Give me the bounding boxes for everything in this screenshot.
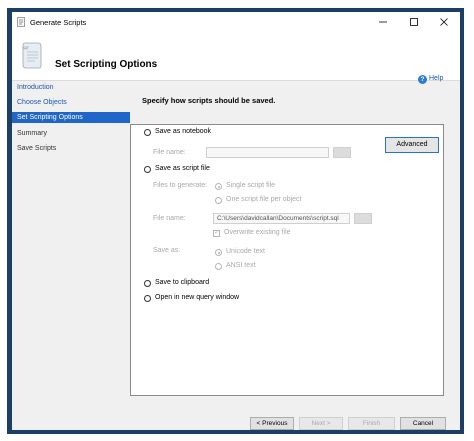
per-object-radio[interactable]: [215, 197, 222, 204]
minimize-icon: [379, 21, 387, 23]
content-heading: Specify how scripts should be saved.: [142, 96, 276, 105]
unicode-label: Unicode text: [226, 248, 265, 255]
notebook-browse-button[interactable]: [333, 147, 351, 158]
nav-item-introduction[interactable]: Introduction: [12, 82, 130, 93]
page-title: Set Scripting Options: [55, 59, 158, 70]
overwrite-checkbox[interactable]: [213, 228, 220, 237]
previous-button[interactable]: < Previous: [250, 417, 294, 430]
close-icon: [440, 18, 448, 26]
next-button[interactable]: Next >: [299, 417, 343, 430]
query-window-radio[interactable]: [144, 295, 151, 302]
script-file-radio[interactable]: [144, 166, 151, 173]
ansi-label: ANSI text: [226, 262, 256, 269]
overwrite-label: Overwrite existing file: [224, 229, 291, 236]
unicode-radio[interactable]: [215, 249, 222, 256]
nav-item-summary: Summary: [17, 130, 47, 137]
generate-scripts-window: Generate Scripts Set Scripting Options ?…: [12, 12, 460, 430]
single-file-label: Single script file: [226, 182, 276, 189]
notebook-radio[interactable]: [144, 129, 151, 136]
notebook-file-name-input[interactable]: [206, 147, 329, 158]
help-label: Help: [429, 75, 444, 82]
script-file-label: Save as script file: [155, 165, 210, 172]
nav-item-set-scripting-options[interactable]: Set Scripting Options: [12, 112, 130, 123]
script-file-name-input[interactable]: C:\Users\davidcallan\Documents\script.sq…: [213, 213, 350, 224]
minimize-button[interactable]: [369, 12, 397, 32]
query-window-label: Open in new query window: [155, 294, 240, 301]
notebook-label: Save as notebook: [155, 128, 212, 135]
save-as-label: Save as:: [153, 247, 181, 254]
close-button[interactable]: [430, 12, 458, 32]
window-title: Generate Scripts: [30, 18, 87, 27]
help-icon: ?: [418, 75, 427, 84]
clipboard-label: Save to clipboard: [155, 279, 210, 286]
wizard-nav: Introduction Choose Objects Set Scriptin…: [12, 82, 130, 430]
maximize-icon: [410, 18, 418, 26]
wizard-header: Set Scripting Options: [12, 32, 460, 81]
script-file-browse-button[interactable]: [354, 213, 372, 224]
finish-button[interactable]: Finish: [348, 417, 395, 430]
advanced-button[interactable]: Advanced: [385, 137, 439, 153]
nav-item-save-scripts: Save Scripts: [17, 145, 57, 152]
per-object-label: One script file per object: [226, 196, 302, 203]
nav-item-choose-objects[interactable]: Choose Objects: [12, 97, 130, 108]
cancel-button[interactable]: Cancel: [400, 417, 446, 430]
script-file-name-label: File name:: [153, 215, 186, 222]
scroll-icon: [22, 42, 42, 69]
files-to-generate-label: Files to generate:: [153, 182, 208, 189]
ansi-radio[interactable]: [215, 263, 222, 270]
script-app-icon: [17, 17, 25, 27]
single-file-radio[interactable]: [215, 183, 222, 190]
clipboard-radio[interactable]: [144, 280, 151, 287]
notebook-file-name-label: File name:: [153, 149, 186, 156]
title-bar[interactable]: Generate Scripts: [12, 12, 460, 32]
maximize-button[interactable]: [400, 12, 428, 32]
